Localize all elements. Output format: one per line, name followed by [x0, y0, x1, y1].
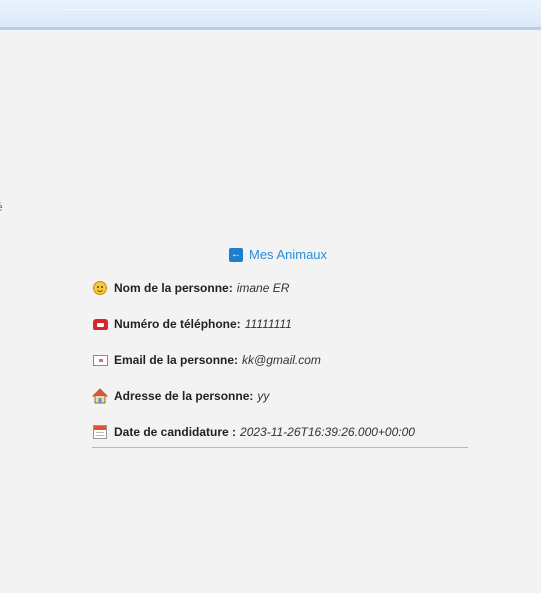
detail-label: Date de candidature :	[114, 425, 237, 439]
back-to-animals-link[interactable]: ← Mes Animaux	[229, 247, 327, 262]
detail-value: 2023-11-26T16:39:26.000+00:00	[240, 425, 415, 439]
detail-label: Numéro de téléphone:	[114, 317, 241, 331]
detail-label: Email de la personne:	[114, 353, 239, 367]
detail-label: Adresse de la personne:	[114, 389, 254, 403]
detail-value: yy	[257, 389, 270, 403]
envelope-icon	[92, 352, 108, 368]
section-divider	[92, 447, 468, 448]
detail-row-email: Email de la personne: kk@gmail.com	[92, 352, 468, 368]
top-banner	[0, 0, 541, 30]
house-icon	[92, 388, 108, 404]
detail-row-name: Nom de la personne: imane ER	[92, 280, 468, 296]
detail-row-date: Date de candidature : 2023-11-26T16:39:2…	[92, 424, 468, 440]
calendar-icon	[92, 424, 108, 440]
detail-label: Nom de la personne:	[114, 281, 233, 295]
applicant-details: Nom de la personne: imane ER Numéro de t…	[92, 280, 468, 460]
back-arrow-icon: ←	[229, 247, 243, 262]
detail-row-phone: Numéro de téléphone: 11111111	[92, 316, 468, 332]
detail-row-address: Adresse de la personne: yy	[92, 388, 468, 404]
detail-value: imane ER	[236, 281, 290, 295]
clipped-text: é	[0, 200, 3, 214]
telephone-icon	[92, 316, 108, 332]
smile-icon	[92, 280, 108, 296]
detail-value: 11111111	[244, 317, 292, 331]
banner-highlight	[62, 9, 492, 10]
back-link-label: Mes Animaux	[249, 247, 328, 262]
detail-value: kk@gmail.com	[242, 353, 321, 367]
